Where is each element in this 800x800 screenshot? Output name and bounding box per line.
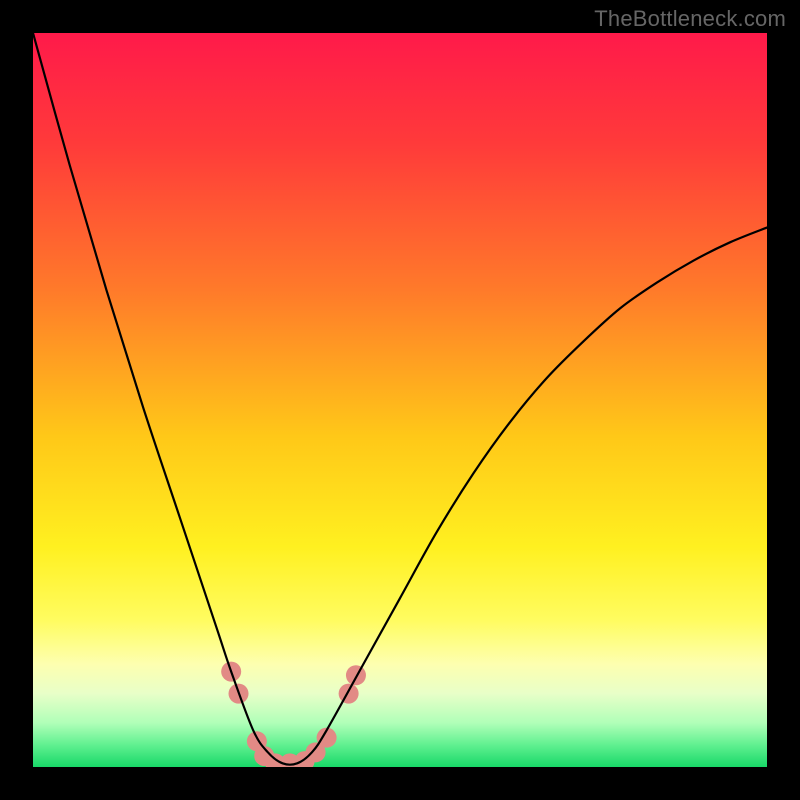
watermark-text: TheBottleneck.com — [594, 6, 786, 32]
chart-curve — [33, 33, 767, 767]
plot-area — [33, 33, 767, 767]
data-marker — [339, 684, 359, 704]
